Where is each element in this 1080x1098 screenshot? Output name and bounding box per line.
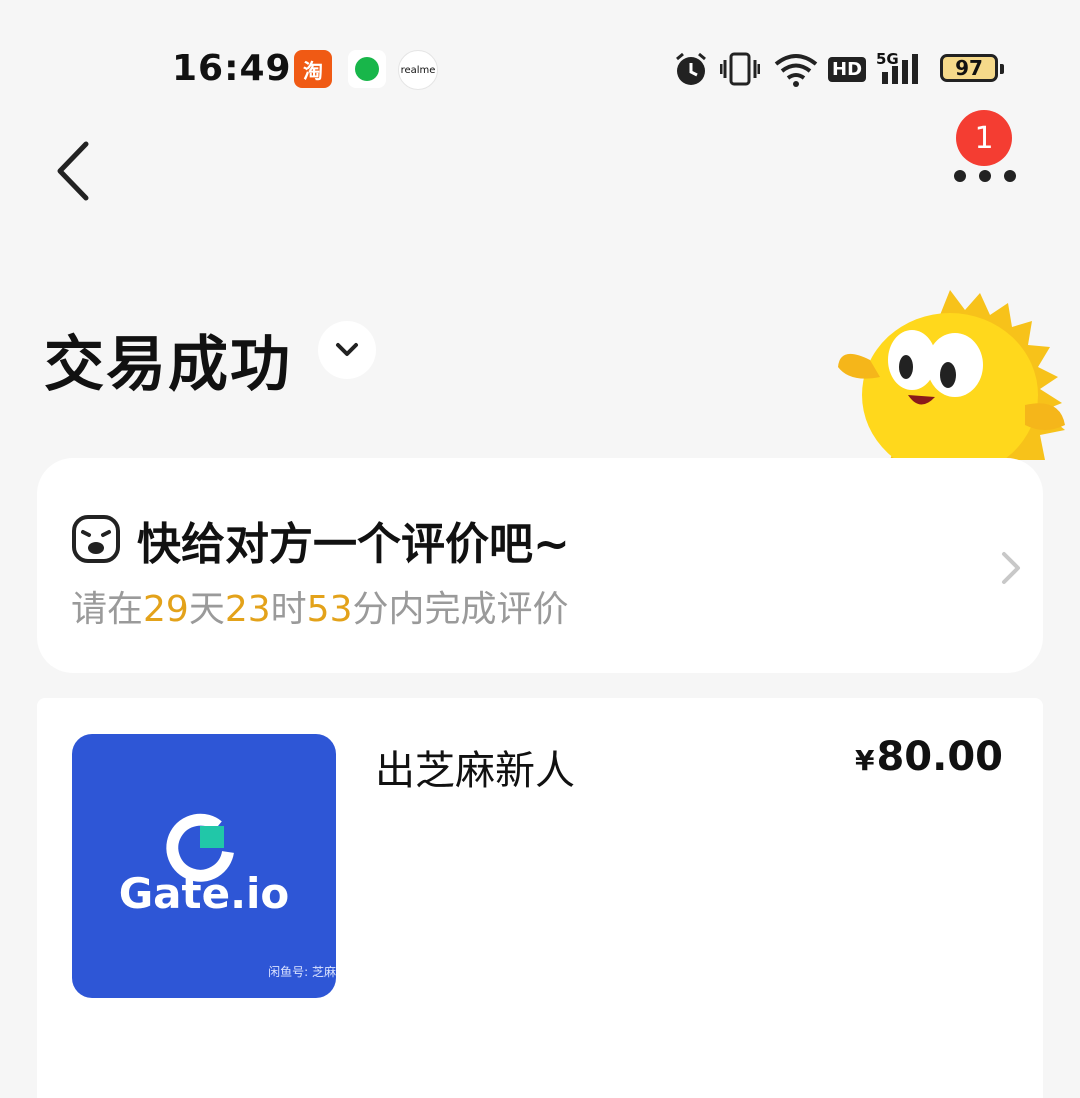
status-time: 16:49 [172,48,292,89]
chevron-down-icon [336,343,358,356]
minutes-unit: 分内完成评价 [352,589,569,630]
taobao-notification-icon: 淘 [294,50,332,88]
chevron-right-icon [999,548,1023,588]
back-icon [57,141,89,201]
hd-icon: HD [828,50,867,88]
back-button[interactable] [50,138,110,204]
thumbnail-brand: Gate.io [118,869,290,918]
currency-symbol: ¥ [854,744,875,777]
deadline-hours: 23 [224,589,271,630]
page-title: 交易成功 [44,330,292,400]
review-deadline: 请在29天23时53分内完成评价 [71,580,569,632]
message-notification-icon [348,50,386,88]
product-card[interactable]: Gate.io 闲鱼号: 芝麻 出芝麻新人 ¥80.00 [37,698,1043,1098]
thumbnail-watermark: 闲鱼号: 芝麻 [268,965,336,979]
price-value: 80.00 [876,734,1003,780]
product-thumbnail[interactable]: Gate.io 闲鱼号: 芝麻 [72,734,336,998]
status-dropdown-button[interactable] [318,321,376,379]
deadline-days: 29 [143,589,189,630]
signal-icon: 5G [876,50,928,88]
product-price: ¥80.00 [855,734,1003,780]
emoji-face-icon [71,514,121,564]
realme-notification-icon: realme [398,50,438,90]
alarm-icon [672,50,710,88]
review-prompt-card[interactable]: 快给对方一个评价吧~ 请在29天23时53分内完成评价 [37,458,1043,673]
deadline-minutes: 53 [306,589,353,630]
battery-indicator: 97 [940,54,1004,82]
review-title: 快给对方一个评价吧~ [137,519,570,570]
vibrate-icon [720,50,760,88]
notification-badge: 1 [956,110,1012,166]
product-title: 出芝麻新人 [375,748,575,794]
mascot-illustration [830,285,1080,477]
days-unit: 天 [188,589,225,630]
deadline-prefix: 请在 [71,589,144,630]
status-bar: 16:49 淘 realme HD 5G 97 [0,0,1080,120]
gate-logo-icon [166,813,234,882]
wifi-icon [772,50,820,88]
hours-unit: 时 [270,589,307,630]
more-icon [954,170,966,182]
